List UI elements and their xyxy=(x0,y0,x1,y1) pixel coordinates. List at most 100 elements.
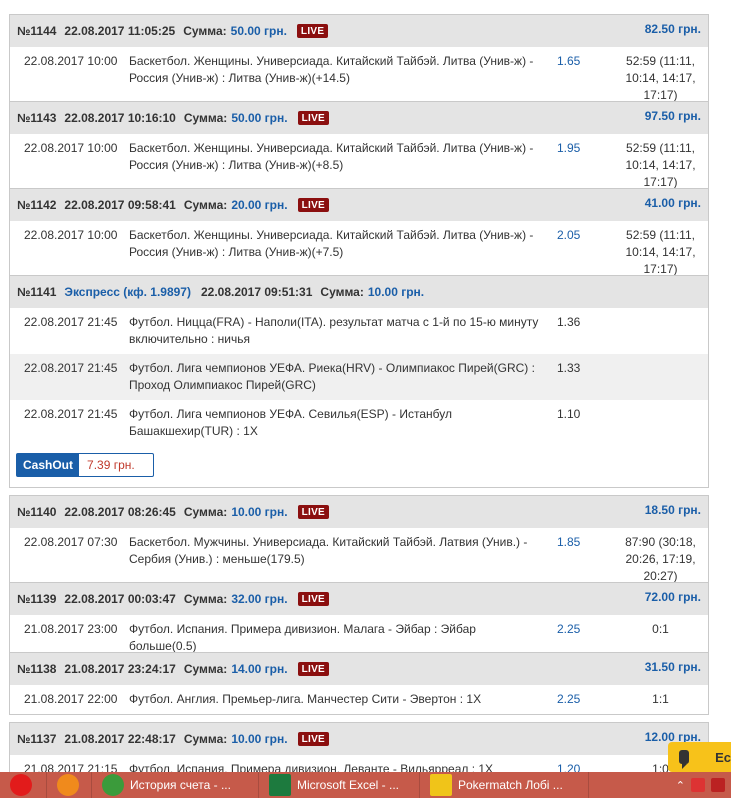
taskbar-item-excel[interactable]: Microsoft Excel - ... xyxy=(259,772,420,798)
bet-event-row: 22.08.2017 21:45 Футбол. Лига чемпионов У… xyxy=(10,354,708,400)
event-coefficient: 2.05 xyxy=(557,228,581,242)
taskbar-item-label: Microsoft Excel - ... xyxy=(297,778,400,792)
event-score: 52:59 (11:11, 10:14, 14:17, 17:17) xyxy=(625,228,696,276)
bet-datetime: 21.08.2017 23:24:17 xyxy=(64,662,176,676)
live-badge: LIVE xyxy=(297,505,330,519)
cashout-button[interactable]: CashOut 7.39 грн. xyxy=(16,453,154,477)
event-description: Футбол. Лига чемпионов УЕФА. Риека(HRV) … xyxy=(129,361,535,392)
firefox-icon xyxy=(57,774,79,796)
event-coefficient: 1.36 xyxy=(557,315,581,329)
bet-sum: 10.00 грн. xyxy=(367,285,425,299)
cashout-label: CashOut xyxy=(17,454,80,476)
chrome-icon xyxy=(102,774,124,796)
bet-card: №1144 22.08.2017 11:05:25 Сумма: 50.00 грн.… xyxy=(9,14,709,111)
bet-sum-label: Сумма: xyxy=(183,198,228,212)
event-description: Футбол. Испания. Примера дивизион. Малаг… xyxy=(129,622,476,653)
event-date: 22.08.2017 10:00 xyxy=(24,228,118,242)
taskbar-item-opera[interactable] xyxy=(0,772,47,798)
bet-datetime: 21.08.2017 22:48:17 xyxy=(64,732,176,746)
bet-sum: 50.00 грн. xyxy=(230,24,287,38)
event-coefficient: 1.10 xyxy=(557,407,581,421)
bet-datetime: 22.08.2017 09:51:31 xyxy=(200,285,313,299)
event-score: 52:59 (11:11, 10:14, 14:17, 17:17) xyxy=(625,54,696,102)
bet-datetime: 22.08.2017 00:03:47 xyxy=(64,592,176,606)
bet-datetime: 22.08.2017 10:16:10 xyxy=(64,111,176,125)
tray-network-icon[interactable] xyxy=(711,778,725,792)
bet-number: №1144 xyxy=(17,24,57,38)
chat-widget[interactable]: Ес xyxy=(668,742,731,772)
bet-card: №1143 22.08.2017 10:16:10 Сумма: 50.00 грн.… xyxy=(9,101,709,198)
bet-payout: 82.50 грн. xyxy=(644,22,701,36)
bet-header: №1141 Экспресс (кф. 1.9897) 22.08.2017 09:… xyxy=(10,276,708,308)
event-coefficient: 2.25 xyxy=(557,692,581,706)
event-description: Баскетбол. Женщины. Универсиада. Китайск… xyxy=(129,141,534,172)
bet-sum-label: Сумма: xyxy=(183,662,228,676)
bet-sum: 20.00 грн. xyxy=(231,198,288,212)
bet-sum: 10.00 грн. xyxy=(231,732,288,746)
bet-event-row: 22.08.2017 21:45 Футбол. Ницца(FRA) - Нап… xyxy=(10,308,708,354)
event-date: 22.08.2017 10:00 xyxy=(24,54,118,68)
system-tray: ⌃ xyxy=(676,772,731,798)
event-coefficient: 1.85 xyxy=(557,535,581,549)
bet-number: №1141 xyxy=(17,285,57,299)
bet-payout: 31.50 грн. xyxy=(644,660,701,674)
live-badge: LIVE xyxy=(297,662,330,676)
taskbar-item-chrome[interactable]: История счета - ... xyxy=(92,772,259,798)
pokermatch-icon xyxy=(430,774,452,796)
event-description: Футбол. Ницца(FRA) - Наполи(ITA). резуль… xyxy=(129,315,539,346)
event-description: Баскетбол. Женщины. Универсиада. Китайск… xyxy=(129,54,534,85)
tray-chevron-up-icon[interactable]: ⌃ xyxy=(676,779,685,792)
live-badge: LIVE xyxy=(296,24,329,38)
bet-number: №1142 xyxy=(17,198,57,212)
event-date: 21.08.2017 22:00 xyxy=(24,692,118,706)
bet-number: №1143 xyxy=(17,111,57,125)
taskbar-item-firefox[interactable] xyxy=(47,772,92,798)
bet-number: №1140 xyxy=(17,505,57,519)
bet-card: №1142 22.08.2017 09:58:41 Сумма: 20.00 грн.… xyxy=(9,188,709,285)
bet-event-row: 21.08.2017 22:00 Футбол. Англия. Премьер-… xyxy=(10,685,708,714)
bet-payout: 18.50 грн. xyxy=(644,503,701,517)
excel-icon xyxy=(269,774,291,796)
cashout-area: CashOut 7.39 грн. xyxy=(10,446,708,487)
bet-sum: 50.00 грн. xyxy=(231,111,288,125)
event-date: 22.08.2017 10:00 xyxy=(24,141,118,155)
event-date: 22.08.2017 07:30 xyxy=(24,535,118,549)
bet-number: №1138 xyxy=(17,662,57,676)
bet-sum-label: Сумма: xyxy=(183,732,228,746)
event-coefficient: 1.33 xyxy=(557,361,581,375)
event-score: 0:1 xyxy=(652,622,669,636)
event-score: 1:1 xyxy=(652,692,669,706)
bet-header: №1137 21.08.2017 22:48:17 Сумма: 10.00 грн.… xyxy=(10,723,708,755)
bet-card: №1139 22.08.2017 00:03:47 Сумма: 32.00 грн.… xyxy=(9,582,709,662)
bet-datetime: 22.08.2017 09:58:41 xyxy=(64,198,176,212)
bet-sum-label: Сумма: xyxy=(183,592,228,606)
event-score: 87:90 (30:18, 20:26, 17:19, 20:27) xyxy=(625,535,696,583)
bet-datetime: 22.08.2017 11:05:25 xyxy=(64,24,176,38)
event-date: 22.08.2017 21:45 xyxy=(24,361,118,375)
event-date: 22.08.2017 21:45 xyxy=(24,315,118,329)
bet-header: №1142 22.08.2017 09:58:41 Сумма: 20.00 грн.… xyxy=(10,189,708,221)
bet-sum-label: Сумма: xyxy=(183,505,228,519)
bet-number: №1139 xyxy=(17,592,57,606)
event-description: Футбол. Англия. Премьер-лига. Манчестер … xyxy=(129,692,482,706)
event-coefficient: 2.25 xyxy=(557,622,581,636)
bet-sum: 10.00 грн. xyxy=(231,505,288,519)
live-badge: LIVE xyxy=(297,111,330,125)
bet-number: №1137 xyxy=(17,732,57,746)
taskbar-item-pokermatch[interactable]: Pokermatch Лобі ... xyxy=(420,772,589,798)
bet-header: №1144 22.08.2017 11:05:25 Сумма: 50.00 грн.… xyxy=(10,15,708,47)
chat-label: Ес xyxy=(715,749,731,765)
taskbar: История счета - ... Microsoft Excel - ..… xyxy=(0,772,731,798)
bet-payout: 97.50 грн. xyxy=(644,109,701,123)
bet-event-row: 22.08.2017 21:45 Футбол. Лига чемпионов У… xyxy=(10,400,708,446)
bet-payout: 41.00 грн. xyxy=(644,196,701,210)
bet-header: №1140 22.08.2017 08:26:45 Сумма: 10.00 грн.… xyxy=(10,496,708,528)
event-description: Баскетбол. Мужчины. Универсиада. Китайск… xyxy=(129,535,528,566)
bet-card: №1140 22.08.2017 08:26:45 Сумма: 10.00 грн.… xyxy=(9,495,709,592)
tray-antivirus-icon[interactable] xyxy=(691,778,705,792)
bet-header: №1143 22.08.2017 10:16:10 Сумма: 50.00 грн.… xyxy=(10,102,708,134)
express-link[interactable]: Экспресс (кф. 1.9897) xyxy=(64,285,191,299)
bet-sum-label: Сумма: xyxy=(320,285,364,299)
live-badge: LIVE xyxy=(297,198,330,212)
event-description: Баскетбол. Женщины. Универсиада. Китайск… xyxy=(129,228,534,259)
